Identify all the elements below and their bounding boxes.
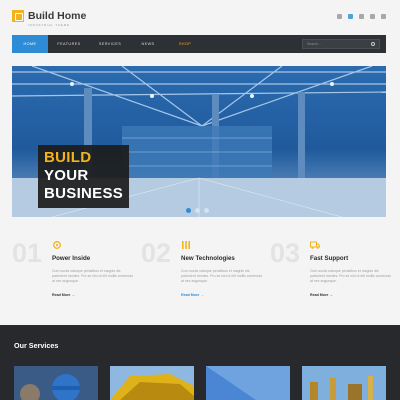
linkedin-icon[interactable]: [370, 14, 375, 19]
tools-icon: [182, 241, 190, 249]
feature-title: New Technologies: [181, 255, 235, 262]
feature-number: 03: [270, 238, 301, 268]
nav-features[interactable]: FEATURES: [48, 35, 90, 53]
hero-line-2: YOUR: [44, 167, 89, 184]
feature-text: Cum sociis natoque penatibus et magnis d…: [181, 269, 263, 283]
read-more-link[interactable]: Read More →: [310, 293, 333, 297]
facebook-icon[interactable]: [337, 14, 342, 19]
feature-title: Power Inside: [52, 255, 91, 262]
main-nav: HOME FEATURES SERVICES NEWS SHOP Search.…: [12, 35, 386, 53]
feature-number: 02: [141, 238, 172, 268]
slider-dot-1[interactable]: [186, 208, 191, 213]
slider-dots: [186, 208, 209, 213]
service-image-plant[interactable]: [302, 366, 386, 400]
nav-shop[interactable]: SHOP: [166, 35, 204, 53]
logo-mark-icon: [12, 10, 24, 22]
hero-slider[interactable]: BUILD YOUR BUSINESS: [12, 66, 386, 217]
hero-line-1: BUILD: [44, 149, 92, 166]
services-title: Our Services: [14, 341, 59, 350]
logo-title: Build Home: [28, 10, 87, 22]
nav-home[interactable]: HOME: [12, 35, 48, 53]
feature-title: Fast Support: [310, 255, 349, 262]
slider-dot-2[interactable]: [195, 208, 200, 213]
feature-card: 01 Power Inside Cum sociis natoque penat…: [12, 238, 140, 310]
gear-icon: [53, 241, 61, 249]
logo-subtitle: INDUSTRIAL THEME: [28, 23, 70, 27]
nav-services[interactable]: SERVICES: [90, 35, 130, 53]
read-more-link[interactable]: Read More →: [52, 293, 75, 297]
service-image-glass[interactable]: [206, 366, 290, 400]
read-more-link[interactable]: Read More →: [181, 293, 204, 297]
nav-news[interactable]: NEWS: [130, 35, 166, 53]
slider-dot-3[interactable]: [204, 208, 209, 213]
search-placeholder: Search...: [307, 42, 322, 46]
twitter-icon[interactable]: [348, 14, 353, 19]
service-image-machinery[interactable]: [110, 366, 194, 400]
feature-text: Cum sociis natoque penatibus et magnis d…: [52, 269, 134, 283]
header: Build Home INDUSTRIAL THEME: [0, 0, 400, 35]
social-links: [337, 14, 386, 19]
page: Build Home INDUSTRIAL THEME HOME FEATURE…: [0, 0, 400, 400]
search-input[interactable]: Search...: [302, 39, 380, 49]
services-section: Our Services: [0, 325, 400, 400]
feature-card: 03 Fast Support Cum sociis natoque penat…: [270, 238, 398, 310]
truck-icon: [310, 241, 320, 249]
feature-text: Cum sociis natoque penatibus et magnis d…: [310, 269, 392, 283]
google-plus-icon[interactable]: [359, 14, 364, 19]
search-icon[interactable]: [371, 42, 375, 46]
hero-line-3: BUSINESS: [44, 185, 124, 202]
feature-number: 01: [12, 238, 43, 268]
feature-card: 02 New Technologies Cum sociis natoque p…: [141, 238, 269, 310]
skype-icon[interactable]: [381, 14, 386, 19]
service-image-worker[interactable]: [14, 366, 98, 400]
hero-title-box: BUILD YOUR BUSINESS: [38, 145, 130, 208]
logo[interactable]: Build Home INDUSTRIAL THEME: [12, 10, 87, 27]
